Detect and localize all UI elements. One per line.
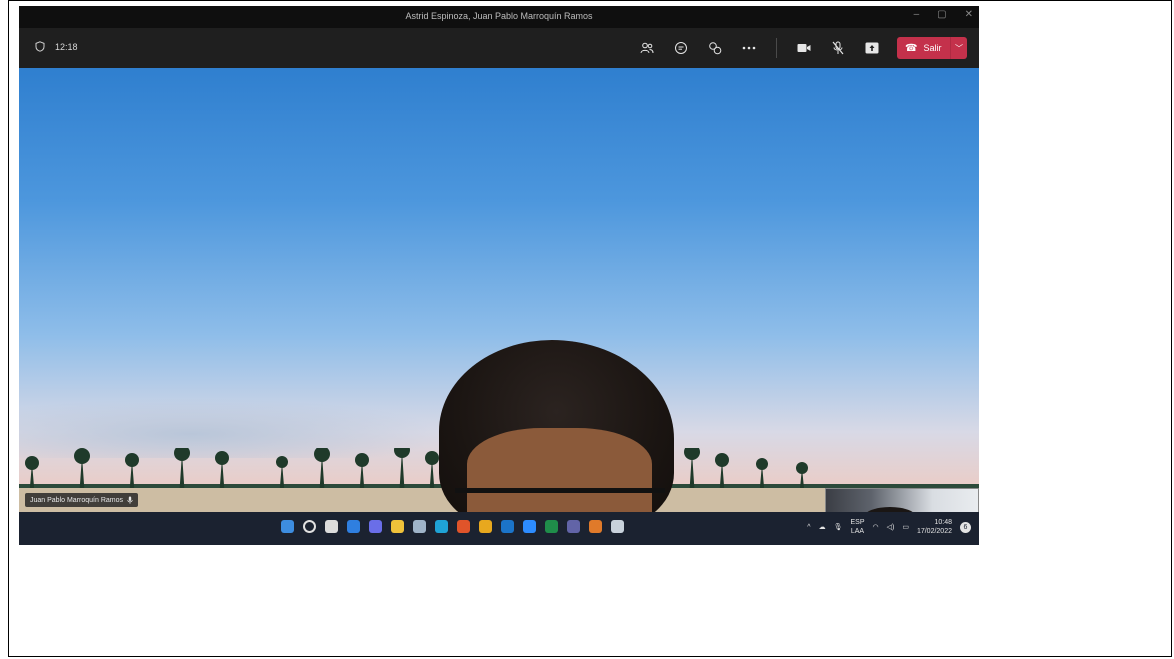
settings-icon[interactable] [413,520,426,533]
edge-icon[interactable] [435,520,448,533]
chevron-up-icon[interactable]: ^ [807,524,810,531]
chevron-down-icon[interactable]: ﹀ [951,43,967,54]
more-icon [742,46,756,50]
outlook-icon[interactable] [501,520,514,533]
zoom-icon[interactable] [523,520,536,533]
leave-button[interactable]: ☎ Salir ﹀ [897,37,967,59]
task-view-icon[interactable] [325,520,338,533]
minimize-button[interactable]: – [914,9,920,20]
reactions-button[interactable] [698,36,732,60]
meeting-timer: 12:18 [35,41,78,52]
language-indicator[interactable]: ESP LAA [850,518,864,536]
clock-date: 17/02/2022 [916,528,952,535]
timer-text: 12:18 [55,41,78,52]
share-button[interactable] [855,36,889,60]
notification-badge[interactable]: 6 [960,521,971,533]
cloud-icon[interactable]: ☁ [819,523,826,531]
mic-button[interactable] [821,36,855,60]
app-icon[interactable] [611,520,624,533]
clock-time: 10:48 [934,519,952,526]
volume-icon[interactable]: ◁) [887,523,895,531]
camera-button[interactable] [787,36,821,60]
windows-taskbar: ^ ☁ 🎙︎ ESP LAA ◠ ◁) ▭ 10:48 17/02/2022 6 [19,512,979,545]
camera-icon [797,44,811,52]
chrome-icon[interactable] [479,520,492,533]
remote-video: Juan Pablo Marroquín Ramos [19,68,979,545]
window-controls: – ▢ ✕ [914,9,973,20]
excel-icon[interactable] [545,520,558,533]
start-icon[interactable] [281,520,294,533]
battery-icon[interactable]: ▭ [902,523,909,531]
people-icon [640,42,654,54]
chat-icon[interactable] [369,520,382,533]
screen: Astrid Espinoza, Juan Pablo Marroquín Ra… [19,6,979,545]
mic-icon [127,496,133,504]
window-title: Astrid Espinoza, Juan Pablo Marroquín Ra… [405,11,593,21]
taskbar-apps [281,520,624,533]
language-top: ESP [850,519,865,526]
more-button[interactable] [732,36,766,60]
title-bar: Astrid Espinoza, Juan Pablo Marroquín Ra… [19,6,979,28]
leave-label: Salir [923,43,942,53]
mic-muted-icon [832,41,844,55]
chat-icon [675,42,687,54]
people-button[interactable] [630,36,664,60]
close-button[interactable]: ✕ [965,9,973,20]
hang-up-icon: ☎ [905,42,918,54]
file-explorer-icon[interactable] [391,520,404,533]
maximize-button[interactable]: ▢ [937,9,946,20]
participant-name: Juan Pablo Marroquín Ramos [30,496,123,504]
toolbar-divider [776,38,777,58]
share-icon [865,42,879,54]
office-icon[interactable] [457,520,470,533]
participant-name-label: Juan Pablo Marroquín Ramos [25,493,138,507]
reactions-icon [709,42,722,55]
meeting-toolbar: 12:18 ☎ Salir ﹀ [19,28,979,68]
system-tray: ^ ☁ 🎙︎ ESP LAA ◠ ◁) ▭ 10:48 17/02/2022 6 [807,518,971,536]
paint-icon[interactable] [589,520,602,533]
widgets-icon[interactable] [347,520,360,533]
clock[interactable]: 10:48 17/02/2022 [917,518,952,536]
language-bottom: LAA [850,528,865,535]
microphone-icon[interactable]: 🎙︎ [834,523,843,531]
participant-glasses [455,488,665,512]
search-icon[interactable] [303,520,316,533]
toolbar-actions: ☎ Salir ﹀ [630,36,967,60]
shield-icon [35,41,45,52]
teams-icon[interactable] [567,520,580,533]
chat-button[interactable] [664,36,698,60]
wifi-icon[interactable]: ◠ [873,523,879,531]
